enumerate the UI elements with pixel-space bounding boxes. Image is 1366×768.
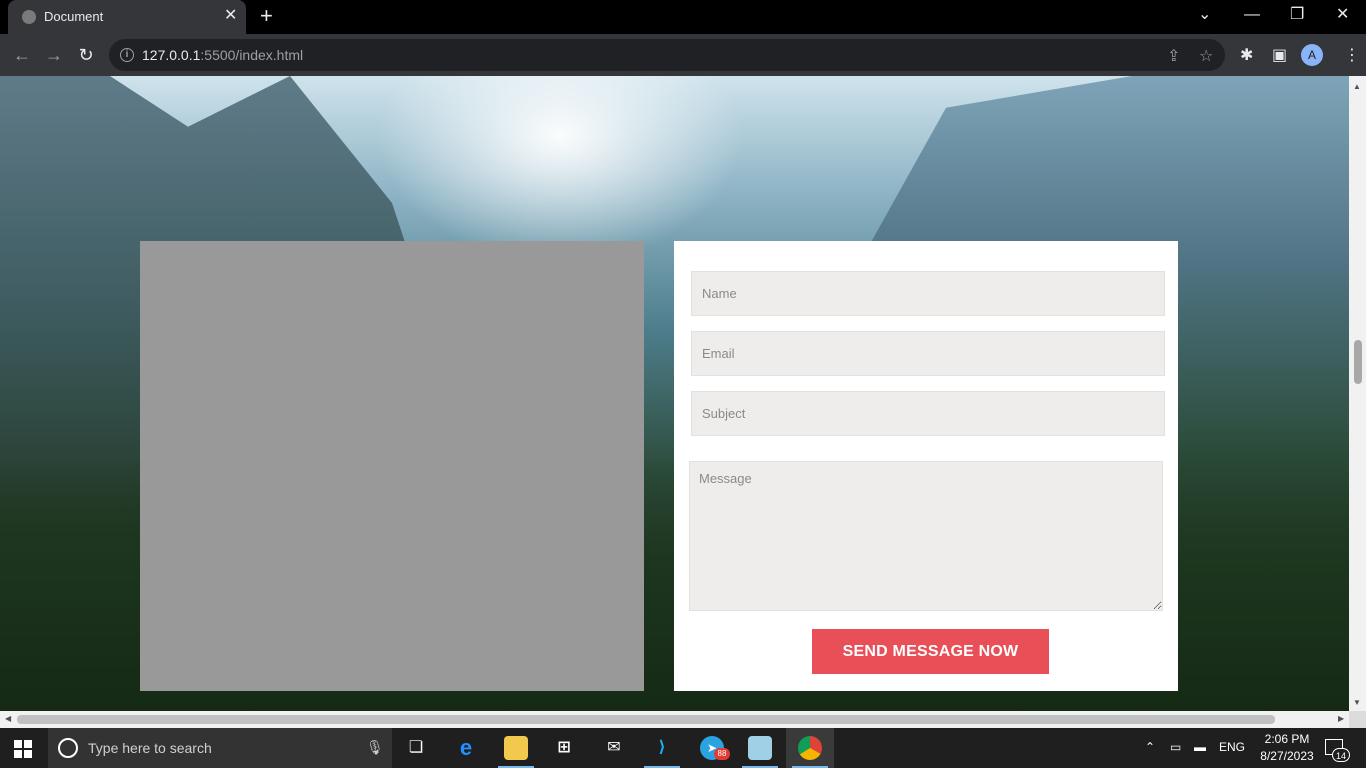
contact-form: SEND MESSAGE NOW: [674, 241, 1178, 691]
send-message-button[interactable]: SEND MESSAGE NOW: [812, 629, 1049, 674]
restore-icon[interactable]: ❐: [1290, 4, 1304, 26]
tab-title: Document: [44, 9, 104, 24]
vertical-scrollbar[interactable]: ▲ ▼: [1349, 76, 1366, 711]
chrome-icon: [798, 736, 822, 760]
horizontal-scroll-thumb[interactable]: [17, 715, 1275, 724]
close-tab-icon[interactable]: ✕: [224, 7, 237, 25]
vertical-scroll-thumb[interactable]: [1354, 340, 1362, 384]
side-panel-icon[interactable]: ▣: [1272, 45, 1287, 65]
edge-app-button[interactable]: e: [442, 728, 490, 768]
show-hidden-icons-chevron-icon[interactable]: ⌃: [1145, 740, 1155, 754]
scroll-left-arrow-icon[interactable]: ◀: [5, 714, 11, 723]
edge-icon: e: [459, 735, 473, 760]
network-icon[interactable]: ▭: [1170, 740, 1181, 754]
browser-tab[interactable]: Document ✕: [8, 0, 246, 34]
back-arrow-icon[interactable]: ←: [12, 45, 32, 65]
url-text[interactable]: 127.0.0.1:5500/index.html: [142, 47, 303, 63]
browser-toolbar: ← → ↻ i 127.0.0.1:5500/index.html ⇪ ☆ ✱ …: [0, 34, 1366, 76]
address-bar[interactable]: i 127.0.0.1:5500/index.html ⇪ ☆: [109, 39, 1225, 71]
telegram-unread-badge: 88: [714, 748, 730, 760]
scroll-down-arrow-icon[interactable]: ▼: [1353, 698, 1361, 707]
file-explorer-button[interactable]: [492, 728, 540, 768]
mail-app-button[interactable]: ✉: [590, 728, 638, 768]
taskbar-search-placeholder: Type here to search: [88, 740, 212, 756]
store-app-button[interactable]: ⊞: [540, 728, 588, 768]
notification-count-badge: 14: [1332, 748, 1350, 762]
page-viewport: SEND MESSAGE NOW: [0, 76, 1349, 711]
mail-icon: ✉: [607, 739, 621, 756]
forward-arrow-icon[interactable]: →: [44, 45, 64, 65]
new-tab-icon[interactable]: +: [260, 5, 273, 27]
minimize-icon[interactable]: —: [1244, 4, 1260, 26]
windows-start-icon[interactable]: [14, 740, 32, 758]
horizontal-scrollbar[interactable]: ◀ ▶: [0, 711, 1349, 728]
windows-taskbar: Type here to search 🎙 ❏ e ⊞ ✉ ⟩ ➤ 88 ⌃ ▭…: [0, 728, 1366, 768]
window-close-icon[interactable]: ✕: [1336, 4, 1349, 26]
chrome-app-button[interactable]: [786, 728, 834, 768]
clock-time: 2:06 PM: [1264, 732, 1310, 746]
site-info-icon[interactable]: i: [120, 48, 134, 62]
subject-field-wrapper: [691, 391, 1165, 436]
email-input[interactable]: [692, 332, 1164, 375]
store-bag-icon: ⊞: [557, 739, 571, 756]
profile-avatar[interactable]: A: [1301, 44, 1323, 66]
microphone-icon[interactable]: 🎙: [366, 739, 384, 756]
email-field-wrapper: [691, 331, 1165, 376]
browser-tab-bar: Document ✕ + ⌄ — ❐ ✕: [0, 0, 1366, 34]
name-field-wrapper: [691, 271, 1165, 316]
share-icon[interactable]: ⇪: [1167, 46, 1180, 66]
extensions-puzzle-icon[interactable]: ✱: [1240, 45, 1253, 65]
task-view-icon: ❏: [408, 739, 424, 756]
task-view-button[interactable]: ❏: [392, 728, 440, 768]
vscode-icon: ⟩: [658, 739, 666, 756]
telegram-app-button[interactable]: ➤ 88: [688, 728, 736, 768]
browser-menu-icon[interactable]: ⋮: [1344, 45, 1360, 65]
bookmark-star-icon[interactable]: ☆: [1199, 46, 1213, 66]
image-placeholder-panel: [140, 241, 644, 691]
notepad-icon: [748, 736, 772, 760]
message-textarea[interactable]: [690, 462, 1162, 610]
language-indicator[interactable]: ENG: [1219, 740, 1245, 754]
clock-date: 8/27/2023: [1260, 749, 1314, 763]
scroll-up-arrow-icon[interactable]: ▲: [1353, 82, 1361, 91]
battery-icon[interactable]: ▬: [1194, 740, 1206, 754]
globe-icon: [22, 10, 36, 24]
scroll-right-arrow-icon[interactable]: ▶: [1338, 714, 1344, 723]
vscode-app-button[interactable]: ⟩: [638, 728, 686, 768]
name-input[interactable]: [692, 272, 1164, 315]
subject-input[interactable]: [692, 392, 1164, 435]
reload-icon[interactable]: ↻: [76, 45, 96, 65]
tab-search-chevron-icon[interactable]: ⌄: [1198, 4, 1211, 26]
taskbar-search-box[interactable]: Type here to search 🎙: [48, 728, 392, 768]
folder-icon: [504, 736, 528, 760]
system-clock[interactable]: 2:06 PM 8/27/2023: [1256, 731, 1318, 765]
message-field-wrapper: [689, 461, 1163, 611]
notepad-app-button[interactable]: [736, 728, 784, 768]
cortana-icon: [58, 738, 78, 758]
scrollbar-corner: [1349, 711, 1366, 728]
